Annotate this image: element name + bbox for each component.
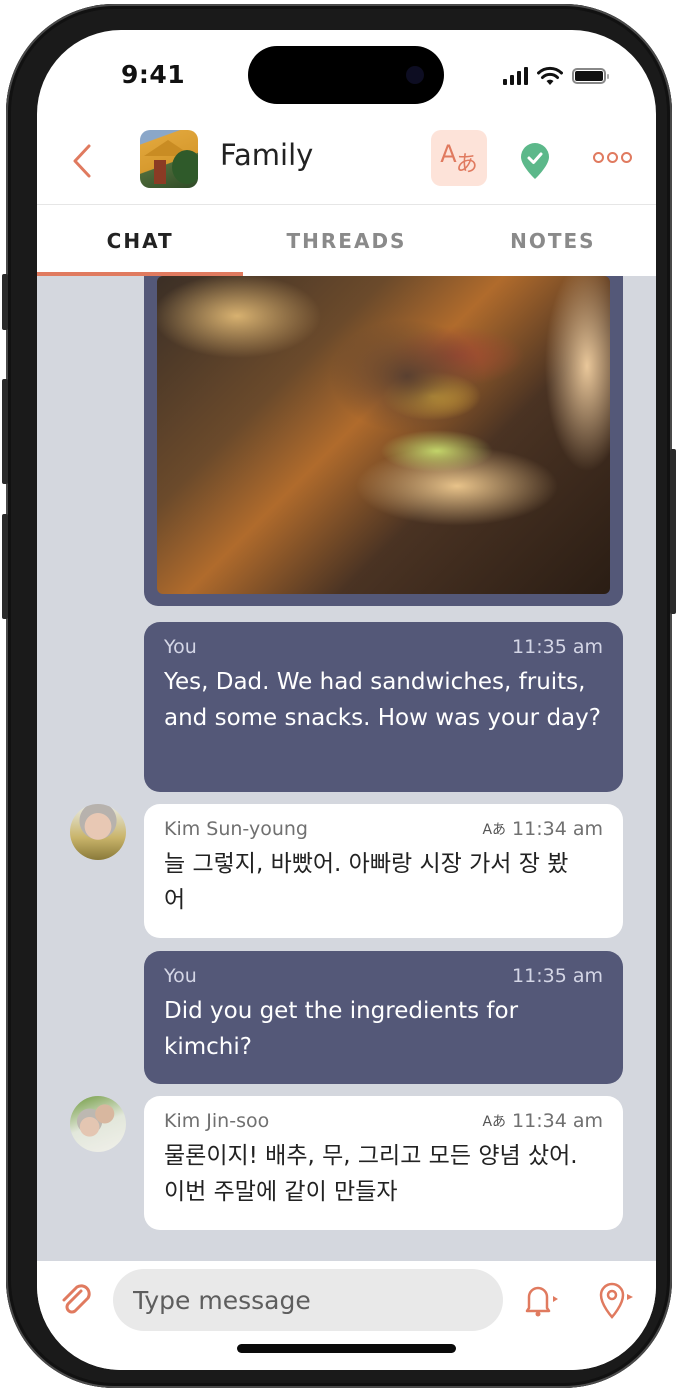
message-time: 11:35 am (512, 636, 603, 658)
volume-down-button (2, 514, 8, 619)
status-icons (503, 66, 609, 86)
bell-send-icon (525, 1286, 551, 1313)
message-time: 11:34 am (512, 1110, 603, 1132)
phone-frame: 9:41 Family A あ CHAT THREADS NOTES You 1… (2, 4, 676, 1388)
message-sender: Kim Jin-soo (164, 1110, 270, 1132)
camera-icon (406, 66, 424, 84)
attach-button[interactable] (57, 1281, 95, 1319)
tab-bar: CHAT THREADS NOTES (37, 205, 656, 276)
message-time: 11:34 am (512, 818, 603, 840)
power-button (670, 449, 676, 614)
message-incoming[interactable]: Kim Sun-young Aあ 11:34 am 늘 그렇지, 바빴어. 아빠랑… (144, 804, 623, 938)
more-button[interactable] (593, 152, 632, 163)
message-text: 물론이지! 배추, 무, 그리고 모든 양념 샀어. 이번 주말에 같이 만들자 (164, 1143, 578, 1205)
message-incoming[interactable]: Kim Jin-soo Aあ 11:34 am 물론이지! 배추, 무, 그리고 … (144, 1096, 623, 1230)
location-send-button[interactable] (597, 1279, 637, 1321)
status-bar: 9:41 (37, 30, 656, 122)
volume-up-button (2, 379, 8, 484)
verified-shield-icon[interactable] (519, 142, 551, 180)
message-outgoing[interactable]: You 11:35 am Did you get the ingredients… (144, 951, 623, 1084)
burger-photo[interactable] (157, 276, 610, 594)
status-time: 9:41 (121, 60, 186, 89)
battery-icon (572, 68, 609, 84)
back-button[interactable] (65, 142, 99, 180)
image-message[interactable] (144, 276, 623, 606)
message-sender: Kim Sun-young (164, 818, 308, 840)
message-text: Yes, Dad. We had sandwiches, fruits, and… (164, 669, 601, 731)
location-send-icon (599, 1282, 625, 1319)
avatar-kim-sun-young[interactable] (70, 804, 126, 860)
screen: 9:41 Family A あ CHAT THREADS NOTES You 1… (37, 30, 656, 1370)
tab-notes[interactable]: NOTES (450, 205, 656, 276)
chat-header: Family Aあ (37, 122, 656, 205)
message-text: 늘 그렇지, 바빴어. 아빠랑 시장 가서 장 봤어 (164, 851, 569, 913)
chevron-left-icon (73, 144, 91, 178)
paperclip-icon (62, 1284, 91, 1314)
group-avatar[interactable] (140, 130, 198, 188)
message-composer (37, 1261, 656, 1370)
dynamic-island (248, 46, 444, 104)
message-sender: You (164, 965, 197, 987)
home-indicator[interactable] (237, 1344, 456, 1353)
message-outgoing[interactable]: You 11:35 am Yes, Dad. We had sandwiches… (144, 622, 623, 792)
message-text: Did you get the ingredients for kimchi? (164, 998, 519, 1060)
more-icon (593, 152, 604, 163)
tab-threads[interactable]: THREADS (243, 205, 449, 276)
alert-send-button[interactable] (521, 1281, 561, 1321)
group-name[interactable]: Family (220, 138, 313, 172)
message-list[interactable]: You 11:35 am Yes, Dad. We had sandwiches… (37, 276, 656, 1261)
wifi-icon (537, 66, 563, 85)
translated-icon[interactable]: Aあ (482, 1111, 506, 1131)
message-sender: You (164, 636, 197, 658)
avatar-kim-jin-soo[interactable] (70, 1096, 126, 1152)
tab-chat[interactable]: CHAT (37, 205, 244, 276)
translate-icon: A (440, 140, 457, 168)
message-input[interactable] (113, 1269, 503, 1331)
message-time: 11:35 am (512, 965, 603, 987)
translate-button[interactable]: Aあ (431, 130, 487, 186)
translated-icon[interactable]: Aあ (482, 819, 506, 839)
cellular-signal-icon (503, 67, 528, 85)
action-button (2, 274, 8, 330)
